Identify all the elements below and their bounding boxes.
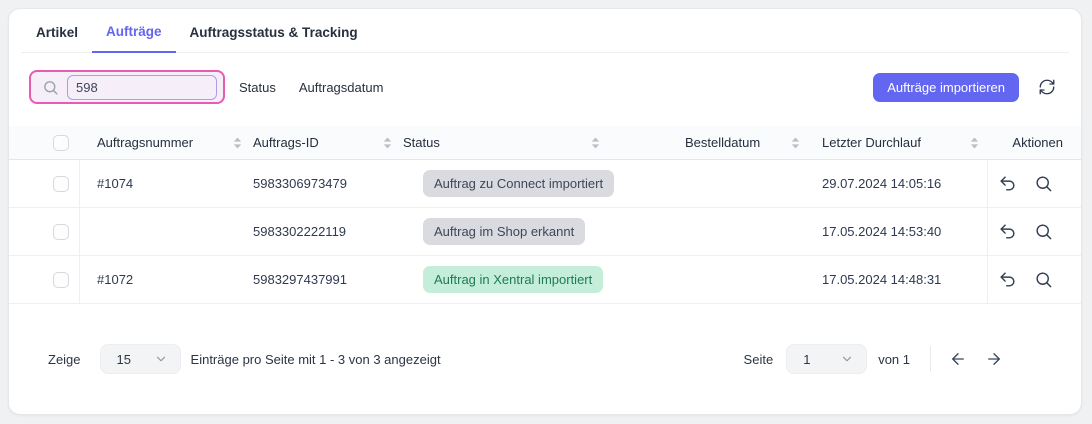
status-badge: Auftrag zu Connect importiert <box>423 170 614 197</box>
header-letzter-durchlauf[interactable]: Letzter Durchlauf <box>809 135 988 150</box>
sort-icon[interactable] <box>790 136 801 150</box>
status-badge: Auftrag in Xentral importiert <box>423 266 603 293</box>
cell-auftrags-id: 5983297437991 <box>251 272 401 287</box>
header-auftrags-id[interactable]: Auftrags-ID <box>251 135 401 150</box>
divider <box>930 346 931 372</box>
main-card: Artikel Aufträge Auftragsstatus & Tracki… <box>8 8 1082 415</box>
page-select[interactable]: 1 <box>786 344 867 374</box>
table-row: #1074 5983306973479 Auftrag zu Connect i… <box>9 160 1081 208</box>
chevron-down-icon <box>840 352 854 366</box>
filter-status[interactable]: Status <box>239 80 276 95</box>
table-row: 5983302222119 Auftrag im Shop erkannt 17… <box>9 208 1081 256</box>
cell-letzter-durchlauf: 17.05.2024 14:48:31 <box>809 272 988 287</box>
search-icon <box>42 79 59 96</box>
cell-auftrags-id: 5983302222119 <box>251 224 401 239</box>
sort-icon[interactable] <box>232 136 243 150</box>
sort-icon[interactable] <box>382 136 393 150</box>
tab-bar: Artikel Aufträge Auftragsstatus & Tracki… <box>21 9 1069 53</box>
cell-letzter-durchlauf: 17.05.2024 14:53:40 <box>809 224 988 239</box>
undo-icon[interactable] <box>998 270 1017 289</box>
tab-artikel[interactable]: Artikel <box>36 25 92 52</box>
undo-icon[interactable] <box>998 174 1017 193</box>
pagination-bar: Zeige 15 Einträge pro Seite mit 1 - 3 vo… <box>29 344 1061 374</box>
cell-auftrags-id: 5983306973479 <box>251 176 401 191</box>
page-size-select[interactable]: 15 <box>100 344 181 374</box>
header-bestelldatum[interactable]: Bestelldatum <box>609 135 809 150</box>
row-checkbox[interactable] <box>53 224 69 240</box>
select-all-checkbox[interactable] <box>53 135 69 151</box>
search-input[interactable] <box>67 75 217 100</box>
arrow-left-icon[interactable] <box>949 350 967 368</box>
header-auftragsnummer[interactable]: Auftragsnummer <box>80 135 251 150</box>
header-status[interactable]: Status <box>401 135 609 150</box>
header-aktionen: Aktionen <box>988 126 1081 159</box>
import-orders-button[interactable]: Aufträge importieren <box>873 73 1019 102</box>
filter-auftragsdatum[interactable]: Auftragsdatum <box>299 80 384 95</box>
row-checkbox[interactable] <box>53 176 69 192</box>
chevron-down-icon <box>154 352 168 366</box>
cell-auftragsnummer: #1072 <box>80 272 251 287</box>
cell-auftragsnummer: #1074 <box>80 176 251 191</box>
cell-letzter-durchlauf: 29.07.2024 14:05:16 <box>809 176 988 191</box>
entries-summary: Einträge pro Seite mit 1 - 3 von 3 angez… <box>191 352 441 367</box>
refresh-icon[interactable] <box>1038 78 1056 96</box>
magnifier-icon[interactable] <box>1034 270 1053 289</box>
table-row: #1072 5983297437991 Auftrag in Xentral i… <box>9 256 1081 304</box>
orders-table: Auftragsnummer Auftrags-ID Status Bestel… <box>9 126 1081 304</box>
undo-icon[interactable] <box>998 222 1017 241</box>
sort-icon[interactable] <box>969 136 980 150</box>
page-total-label: von 1 <box>878 352 910 367</box>
toolbar: Status Auftragsdatum Aufträge importiere… <box>29 69 1061 105</box>
tab-auftragsstatus-tracking[interactable]: Auftragsstatus & Tracking <box>176 25 372 52</box>
magnifier-icon[interactable] <box>1034 174 1053 193</box>
tab-auftraege[interactable]: Aufträge <box>92 24 176 53</box>
status-badge: Auftrag im Shop erkannt <box>423 218 585 245</box>
page-size-label: Zeige <box>48 352 81 367</box>
search-highlight-box[interactable] <box>29 70 225 104</box>
row-checkbox[interactable] <box>53 272 69 288</box>
table-header-row: Auftragsnummer Auftrags-ID Status Bestel… <box>9 126 1081 160</box>
arrow-right-icon[interactable] <box>985 350 1003 368</box>
page-label: Seite <box>744 352 774 367</box>
magnifier-icon[interactable] <box>1034 222 1053 241</box>
sort-icon[interactable] <box>590 136 601 150</box>
